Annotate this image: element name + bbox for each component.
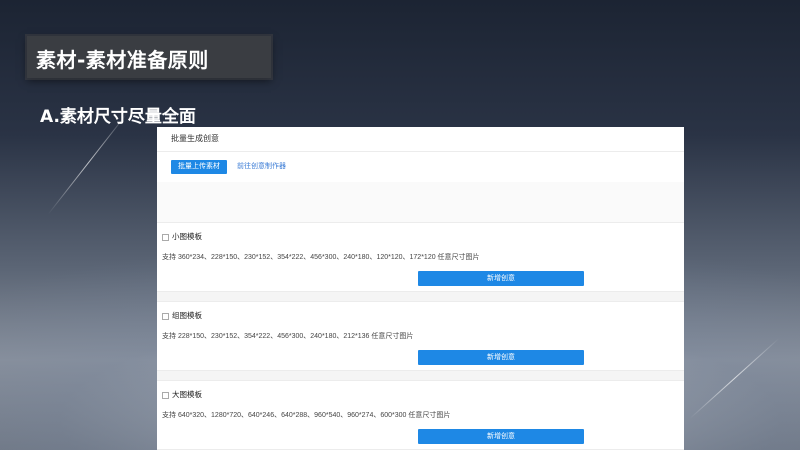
section-gap <box>157 371 684 381</box>
light-streak <box>47 111 129 215</box>
template-checkbox[interactable] <box>162 234 169 241</box>
template-desc: 支持 228*150、230*152、354*222、456*300、240*1… <box>162 333 414 340</box>
panel-spacer <box>157 182 684 223</box>
template-title: 组图模板 <box>172 311 202 320</box>
template-checkbox[interactable] <box>162 392 169 399</box>
panel-header: 批量生成创意 <box>157 127 684 152</box>
panel-toolbar: 批量上传素材 前往创意制作器 <box>157 152 684 182</box>
slide-title: 素材-素材准备原则 <box>36 48 209 72</box>
add-creative-button[interactable]: 新增创意 <box>418 271 584 286</box>
template-checkbox[interactable] <box>162 313 169 320</box>
template-desc: 支持 360*234、228*150、230*152、354*222、456*3… <box>162 254 480 261</box>
add-creative-button[interactable]: 新增创意 <box>418 350 584 365</box>
template-section-large: 大图模板 支持 640*320、1280*720、640*246、640*288… <box>157 381 684 450</box>
template-section-group: 组图模板 支持 228*150、230*152、354*222、456*300、… <box>157 302 684 371</box>
slide-subtitle: A.素材尺寸尽量全面 <box>40 107 196 127</box>
template-title: 大图模板 <box>172 390 202 399</box>
batch-upload-button[interactable]: 批量上传素材 <box>171 160 227 174</box>
add-creative-button[interactable]: 新增创意 <box>418 429 584 444</box>
creative-maker-link[interactable]: 前往创意制作器 <box>237 160 286 174</box>
creative-panel-screenshot: 批量生成创意 批量上传素材 前往创意制作器 小图模板 支持 360*234、22… <box>157 127 684 450</box>
template-section-small: 小图模板 支持 360*234、228*150、230*152、354*222、… <box>157 223 684 292</box>
section-gap <box>157 292 684 302</box>
template-title: 小图模板 <box>172 232 202 241</box>
light-streak <box>689 337 780 419</box>
template-desc: 支持 640*320、1280*720、640*246、640*288、960*… <box>162 412 451 419</box>
slide-title-box: 素材-素材准备原则 <box>27 36 271 78</box>
